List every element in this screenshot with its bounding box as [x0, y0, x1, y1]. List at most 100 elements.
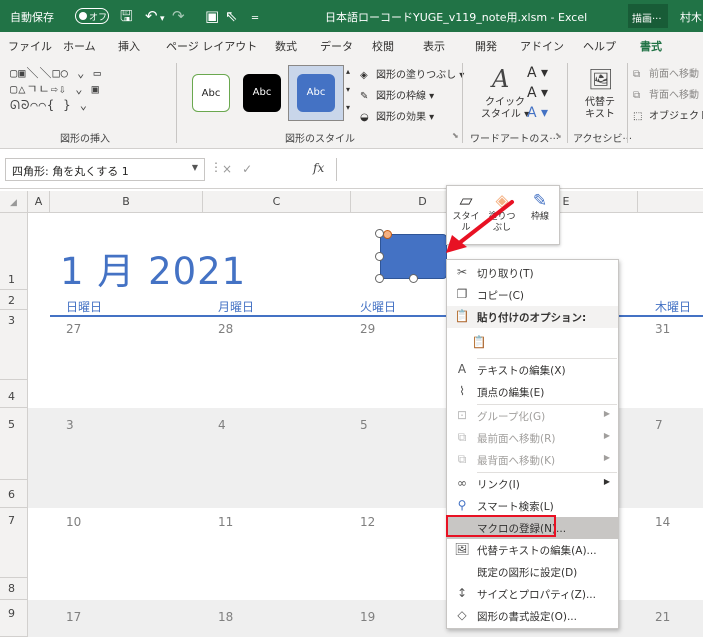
alt-text-button[interactable]: 代替テ キスト	[578, 97, 622, 121]
rounded-rectangle-shape[interactable]	[380, 234, 447, 279]
row-header-3[interactable]: 3	[0, 310, 28, 380]
row-header-5[interactable]: 5	[0, 408, 28, 480]
row-header-2[interactable]: 2	[0, 290, 28, 310]
column-header-c[interactable]: C	[203, 191, 351, 213]
quick-style-label-2: スタイル ▾	[480, 109, 530, 120]
gallery-up-icon[interactable]: ▴	[346, 67, 350, 76]
shapes-row: ▢▣＼＼□○ ⌄ ▭	[10, 66, 102, 80]
date-cell: 4	[218, 418, 226, 432]
shape-style-blue[interactable]: Abc	[297, 74, 335, 112]
column-header-b[interactable]: B	[50, 191, 203, 213]
drawing-tab[interactable]: 描画···	[628, 4, 668, 28]
pen-icon: ✎	[532, 191, 548, 211]
menu-item-bring-to-front[interactable]: ⧉ 最前面へ移動(R) ▶	[447, 427, 618, 449]
text-outline-icon[interactable]: A ▾	[527, 85, 548, 101]
menu-item-format-shape[interactable]: ◇ 図形の書式設定(O)...	[447, 605, 618, 627]
text-fill-icon[interactable]: A ▾	[527, 65, 548, 81]
column-header-a[interactable]: A	[28, 191, 50, 213]
shape-style-black[interactable]: Abc	[243, 74, 281, 112]
tab-page-layout[interactable]: ページ レイアウト	[166, 38, 257, 54]
mini-style-button[interactable]: ▱ スタイル	[449, 190, 483, 234]
mini-fill-button[interactable]: ◈ 塗りつ ぶし	[485, 190, 519, 234]
paint-bucket-icon: ◈	[495, 191, 509, 211]
tab-file[interactable]: ファイル	[8, 38, 52, 54]
shapes-gallery[interactable]: ▢▣＼＼□○ ⌄ ▭ ▢△ㄱㄴ⇨⇩ ⌄ ▣ ᘏᘐ⌒⌒{ } ⌄	[10, 65, 135, 113]
select-all-corner[interactable]: ◢	[0, 191, 28, 213]
dialog-launcher-icon[interactable]: ⬊	[452, 131, 459, 140]
paste-button[interactable]: 📋	[447, 330, 618, 356]
shape-fill-button[interactable]: ◈ 図形の塗りつぶし ▾	[360, 66, 464, 81]
tab-home[interactable]: ホーム	[63, 38, 96, 54]
menu-item-edit-points[interactable]: ⌇ 頂点の編集(E)	[447, 381, 618, 403]
mini-outline-button[interactable]: ✎ 枠線	[523, 190, 557, 223]
undo-dropdown-icon[interactable]: ▾	[160, 10, 165, 28]
clipboard-icon: 📋	[454, 309, 470, 323]
tab-data[interactable]: データ	[320, 38, 353, 54]
print-preview-icon[interactable]: ▣	[205, 7, 219, 25]
tab-addins[interactable]: アドイン	[520, 38, 564, 54]
enter-formula-button[interactable]: ✓	[242, 162, 262, 176]
menu-item-edit-alt-text[interactable]: 🖼 代替テキストの編集(A)...	[447, 539, 618, 561]
menu-item-cut[interactable]: ✂ 切り取り(T)	[447, 262, 618, 284]
resize-handle[interactable]	[375, 274, 384, 283]
tab-format[interactable]: 書式	[640, 38, 662, 60]
adjust-handle[interactable]	[383, 230, 392, 239]
resize-handle[interactable]	[375, 229, 384, 238]
gallery-down-icon[interactable]: ▾	[346, 85, 350, 94]
menu-item-edit-text[interactable]: A テキストの編集(X)	[447, 359, 618, 381]
autosave-toggle[interactable]: オフ	[75, 8, 109, 24]
menu-item-send-to-back[interactable]: ⧉ 最背面へ移動(K) ▶	[447, 449, 618, 471]
quick-style-button[interactable]: クイック スタイル ▾	[475, 97, 535, 121]
customize-qat-icon[interactable]: ═	[252, 10, 258, 28]
row-header-1[interactable]: 1	[0, 213, 28, 290]
menu-item-group[interactable]: ⊡ グループ化(G) ▶	[447, 405, 618, 427]
shape-outline-button[interactable]: ✎ 図形の枠線 ▾	[360, 87, 434, 102]
row-header-4[interactable]: 4	[0, 380, 28, 408]
column-header-f[interactable]	[638, 191, 703, 213]
formula-bar-splitter-icon[interactable]: ⋮	[210, 160, 222, 174]
selection-pane-button[interactable]: ⬚ オブジェクト	[633, 107, 703, 122]
menu-item-smart-lookup[interactable]: ⚲ スマート検索(L)	[447, 495, 618, 517]
row-header-9[interactable]: 9	[0, 600, 28, 637]
tab-view[interactable]: 表示	[423, 38, 445, 54]
wordart-group-label: ワードアートのス···	[470, 134, 559, 145]
group-separator	[462, 63, 463, 143]
text-effects-icon[interactable]: A ▾	[527, 105, 548, 121]
resize-handle[interactable]	[375, 252, 384, 261]
date-cell: 28	[218, 322, 234, 336]
format-shape-icon: ◇	[457, 608, 467, 622]
row-header-7[interactable]: 7	[0, 508, 28, 578]
name-box[interactable]: 四角形: 角を丸くする 1 ▼	[5, 158, 205, 181]
chevron-down-icon[interactable]: ▼	[192, 163, 198, 172]
undo-icon[interactable]: ↶	[145, 7, 158, 25]
row-header-8[interactable]: 8	[0, 578, 28, 600]
date-cell: 12	[360, 515, 376, 529]
tab-insert[interactable]: 挿入	[118, 38, 140, 54]
save-icon[interactable]: 🖫	[120, 7, 133, 25]
tab-formulas[interactable]: 数式	[275, 38, 297, 54]
dialog-launcher-icon[interactable]: ⬊	[555, 131, 562, 140]
gallery-more-icon[interactable]: ▾	[346, 103, 350, 112]
shape-effects-label: 図形の効果	[376, 112, 426, 123]
shapes-row: ᘏᘐ⌒⌒{ } ⌄	[10, 98, 88, 112]
menu-item-set-default-shape[interactable]: 既定の図形に設定(D)	[447, 561, 618, 583]
bring-forward-button[interactable]: ⧉ 前面へ移動	[633, 65, 699, 80]
send-backward-button[interactable]: ⧉ 背面へ移動	[633, 86, 699, 101]
menu-item-link[interactable]: ∞ リンク(I) ▶	[447, 473, 618, 495]
tab-review[interactable]: 校閲	[372, 38, 394, 54]
date-cell: 18	[218, 610, 234, 624]
menu-item-size-properties[interactable]: ↕ サイズとプロパティ(Z)...	[447, 583, 618, 605]
tab-developer[interactable]: 開発	[475, 38, 497, 54]
cancel-formula-button[interactable]: ×	[222, 162, 242, 176]
shape-style-white[interactable]: Abc	[192, 74, 230, 112]
menu-item-copy[interactable]: ❐ コピー(C)	[447, 284, 618, 306]
resize-handle[interactable]	[409, 274, 418, 283]
formula-input[interactable]	[336, 158, 703, 181]
row-header-6[interactable]: 6	[0, 480, 28, 508]
select-pointer-icon[interactable]: ⇖	[225, 7, 238, 25]
user-name[interactable]: 村木	[680, 9, 702, 25]
shape-effects-button[interactable]: ◒ 図形の効果 ▾	[360, 108, 434, 123]
insert-function-button[interactable]: fx	[313, 161, 324, 175]
tab-help[interactable]: ヘルプ	[583, 38, 616, 54]
redo-icon[interactable]: ↷	[172, 7, 185, 25]
